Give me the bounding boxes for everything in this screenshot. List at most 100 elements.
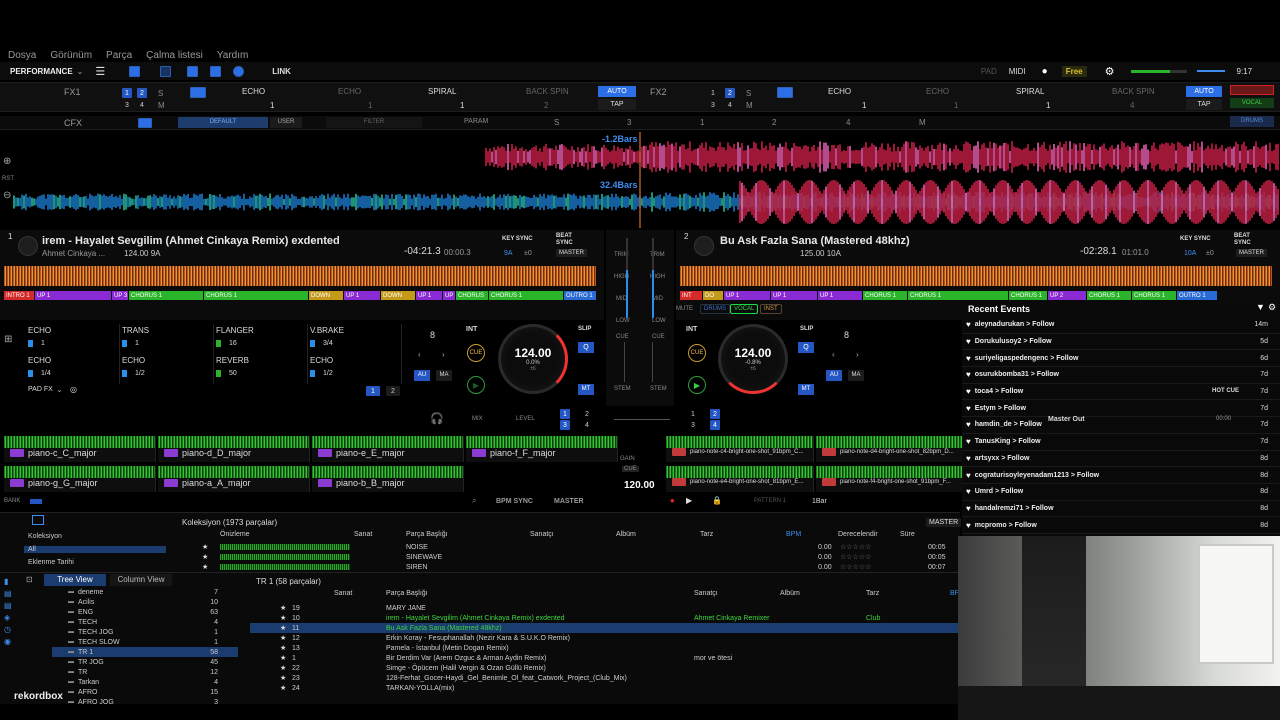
menu-track[interactable]: Parça [106, 50, 132, 61]
cfx-m[interactable]: M [919, 118, 926, 127]
star-icon[interactable]: ★ [280, 654, 286, 662]
sampler-pad[interactable]: piano-g_G_major [4, 466, 156, 492]
deck1-quantize-button[interactable]: Q [578, 342, 594, 353]
bank-indicator[interactable] [30, 499, 42, 504]
sampler-master-button[interactable]: MASTER [554, 498, 584, 505]
menu-icon[interactable]: ☰ [95, 65, 105, 78]
deck1-padfx-settings-icon[interactable]: ◎ [70, 385, 77, 394]
tree-search-icon[interactable]: ⊡ [26, 575, 33, 584]
cfx-filter-button[interactable]: FILTER [326, 117, 422, 128]
event-item[interactable]: ♥ Umrd > Follow 8d [962, 484, 1280, 501]
list-icon[interactable]: ▤ [4, 589, 18, 598]
mix-knob-label[interactable]: MIX [472, 416, 483, 422]
deck1-page-2[interactable]: 2 [386, 386, 400, 396]
filter-icon[interactable]: ▼ [1256, 302, 1265, 312]
phrase-segment[interactable]: CHORUS 1 [489, 291, 563, 300]
phrase-segment[interactable]: UP 1 [416, 291, 442, 300]
cfx-param[interactable]: PARAM [464, 118, 488, 125]
col-rating[interactable]: Derecelendir [838, 531, 878, 538]
deck2-inst[interactable]: INST [760, 304, 782, 314]
rating-stars[interactable]: ☆☆☆☆☆ [840, 563, 871, 571]
fx1-beat-1[interactable]: 1 [122, 88, 132, 98]
fx1-slot2[interactable]: ECHO [338, 87, 361, 96]
col-album[interactable]: Albüm [616, 531, 636, 538]
phrase-segment[interactable]: UP 1 [724, 291, 770, 300]
col-genre[interactable]: Tarz [700, 531, 713, 538]
event-item[interactable]: ♥ hamdin_de > Follow 7d [962, 417, 1280, 434]
pad-fx-cell[interactable]: ECHO 1/2 [308, 354, 402, 384]
tree-view-tab[interactable]: Tree View [44, 574, 106, 586]
left-page-4[interactable]: 4 [582, 420, 592, 430]
deck2-next-icon[interactable]: › [856, 350, 859, 359]
deck1-au-button[interactable]: AU [414, 370, 430, 381]
fx2-beat-4[interactable]: 4 [725, 100, 735, 110]
deck1-play-button[interactable]: ▶ [467, 376, 485, 394]
star-icon[interactable]: ★ [202, 563, 208, 571]
fx2-beat-1[interactable]: 1 [708, 88, 718, 98]
grid-icon[interactable] [187, 65, 199, 77]
deck2-drums[interactable]: DRUMS [700, 304, 730, 314]
level-knob-label[interactable]: LEVEL [516, 416, 535, 422]
menu-file[interactable]: Dosya [8, 50, 36, 61]
left-page-3[interactable]: 3 [560, 420, 570, 430]
playlist-icon[interactable]: ▤ [4, 601, 18, 610]
phrase-segment[interactable]: CHORUS 1 [1009, 291, 1047, 300]
folder-item[interactable]: ▬ deneme 7 [52, 587, 238, 597]
col-time[interactable]: Süre [900, 531, 915, 538]
table-row[interactable]: ★ 24 TARKAN-YOLLA(mix) [250, 683, 958, 693]
mode-select[interactable]: PERFORMANCE [10, 67, 73, 76]
fx1-auto-button[interactable]: AUTO [598, 86, 636, 97]
table-row[interactable]: ★ 23 128-Ferhat_Gocer-Haydi_Gel_Benimle_Ol… [250, 673, 958, 683]
phrase-segment[interactable]: DOWN [309, 291, 343, 300]
pad-fx-cell[interactable]: REVERB 50 [214, 354, 308, 384]
deck2-prev-icon[interactable]: ‹ [832, 350, 835, 359]
plan-badge[interactable]: Free [1061, 65, 1087, 77]
cfx-default-tab[interactable]: DEFAULT [178, 117, 268, 128]
cfx-drums-button[interactable]: DRUMS [1230, 116, 1274, 127]
fx2-slot3[interactable]: SPIRAL [1016, 87, 1044, 96]
deck1-keysync[interactable]: KEY SYNC [502, 236, 533, 242]
deck2-play-button[interactable]: ▶ [688, 376, 706, 394]
deck2-beatsync[interactable]: BEAT SYNC [1234, 233, 1254, 247]
sampler-pad-right[interactable]: piano-note-c4-bright-one-shot_91bpm_C... [666, 436, 814, 462]
star-icon[interactable]: ★ [280, 664, 286, 672]
fx2-vocal-button[interactable]: VOCAL [1230, 98, 1274, 108]
deck1-padfx-chevron-icon[interactable]: ⌄ [56, 385, 63, 394]
pattern-select[interactable]: PATTERN 1 [754, 498, 786, 504]
deck1-beatsync[interactable]: BEAT SYNC [556, 233, 576, 247]
mixer-low-1[interactable]: LOW [616, 318, 630, 324]
layout-2-icon[interactable] [160, 65, 172, 77]
phrase-segment[interactable]: CHORUS 1 [204, 291, 308, 300]
folder-item[interactable]: ▬ TR 1 58 [52, 647, 238, 657]
phrase-segment[interactable]: OUTRO 1 [564, 291, 596, 300]
cfx-s[interactable]: S [554, 118, 559, 127]
deck1-master-button[interactable]: MASTER [556, 249, 588, 257]
fx1-beat-2[interactable]: 2 [137, 88, 147, 98]
deck2-cue-button[interactable]: CUE [688, 344, 706, 362]
phrase-segment[interactable]: UP 1 [35, 291, 111, 300]
folder-item[interactable]: ▬ ENG 63 [52, 607, 238, 617]
deck2-int-button[interactable]: INT [686, 326, 697, 333]
fx1-s[interactable]: S [158, 89, 163, 98]
deck1-next-icon[interactable]: › [442, 350, 445, 359]
deck2-phrase-bar[interactable]: INT DO UP 1 UP 1 UP 1 CHORUS 1 CHORUS 1 CHORUS … [680, 291, 1272, 300]
deck1-prev-icon[interactable]: ‹ [418, 350, 421, 359]
bcol-genre[interactable]: Tarz [866, 590, 879, 597]
phrase-segment[interactable]: CHORUS 1 [908, 291, 1008, 300]
channel-fader-1[interactable] [624, 342, 630, 382]
deck1-ma-button[interactable]: MA [436, 370, 452, 381]
zoom-in-icon[interactable]: ⊕ [3, 156, 11, 167]
headphones-icon[interactable]: 🎧 [430, 412, 444, 425]
menu-view[interactable]: Görünüm [50, 50, 92, 61]
menu-help[interactable]: Yardım [217, 50, 249, 61]
deck2-key-adjust[interactable]: ±0 [1206, 250, 1214, 257]
phrase-segment[interactable]: CHORUS 1 [129, 291, 203, 300]
star-icon[interactable]: ★ [280, 624, 286, 632]
sampler-pad[interactable]: piano-c_C_major [4, 436, 156, 462]
phrase-segment[interactable]: UP 2 [1048, 291, 1086, 300]
midi-button[interactable]: MIDI [1009, 67, 1026, 76]
pad-fx-cell[interactable]: TRANS 1 [120, 324, 214, 354]
table-row[interactable]: ★ 19 MARY JANE [250, 603, 958, 613]
phrase-segment[interactable]: UP 3 [112, 291, 128, 300]
sampler-pad-right[interactable]: piano-note-f4-bright-one-shot_91bpm_F... [816, 466, 964, 492]
